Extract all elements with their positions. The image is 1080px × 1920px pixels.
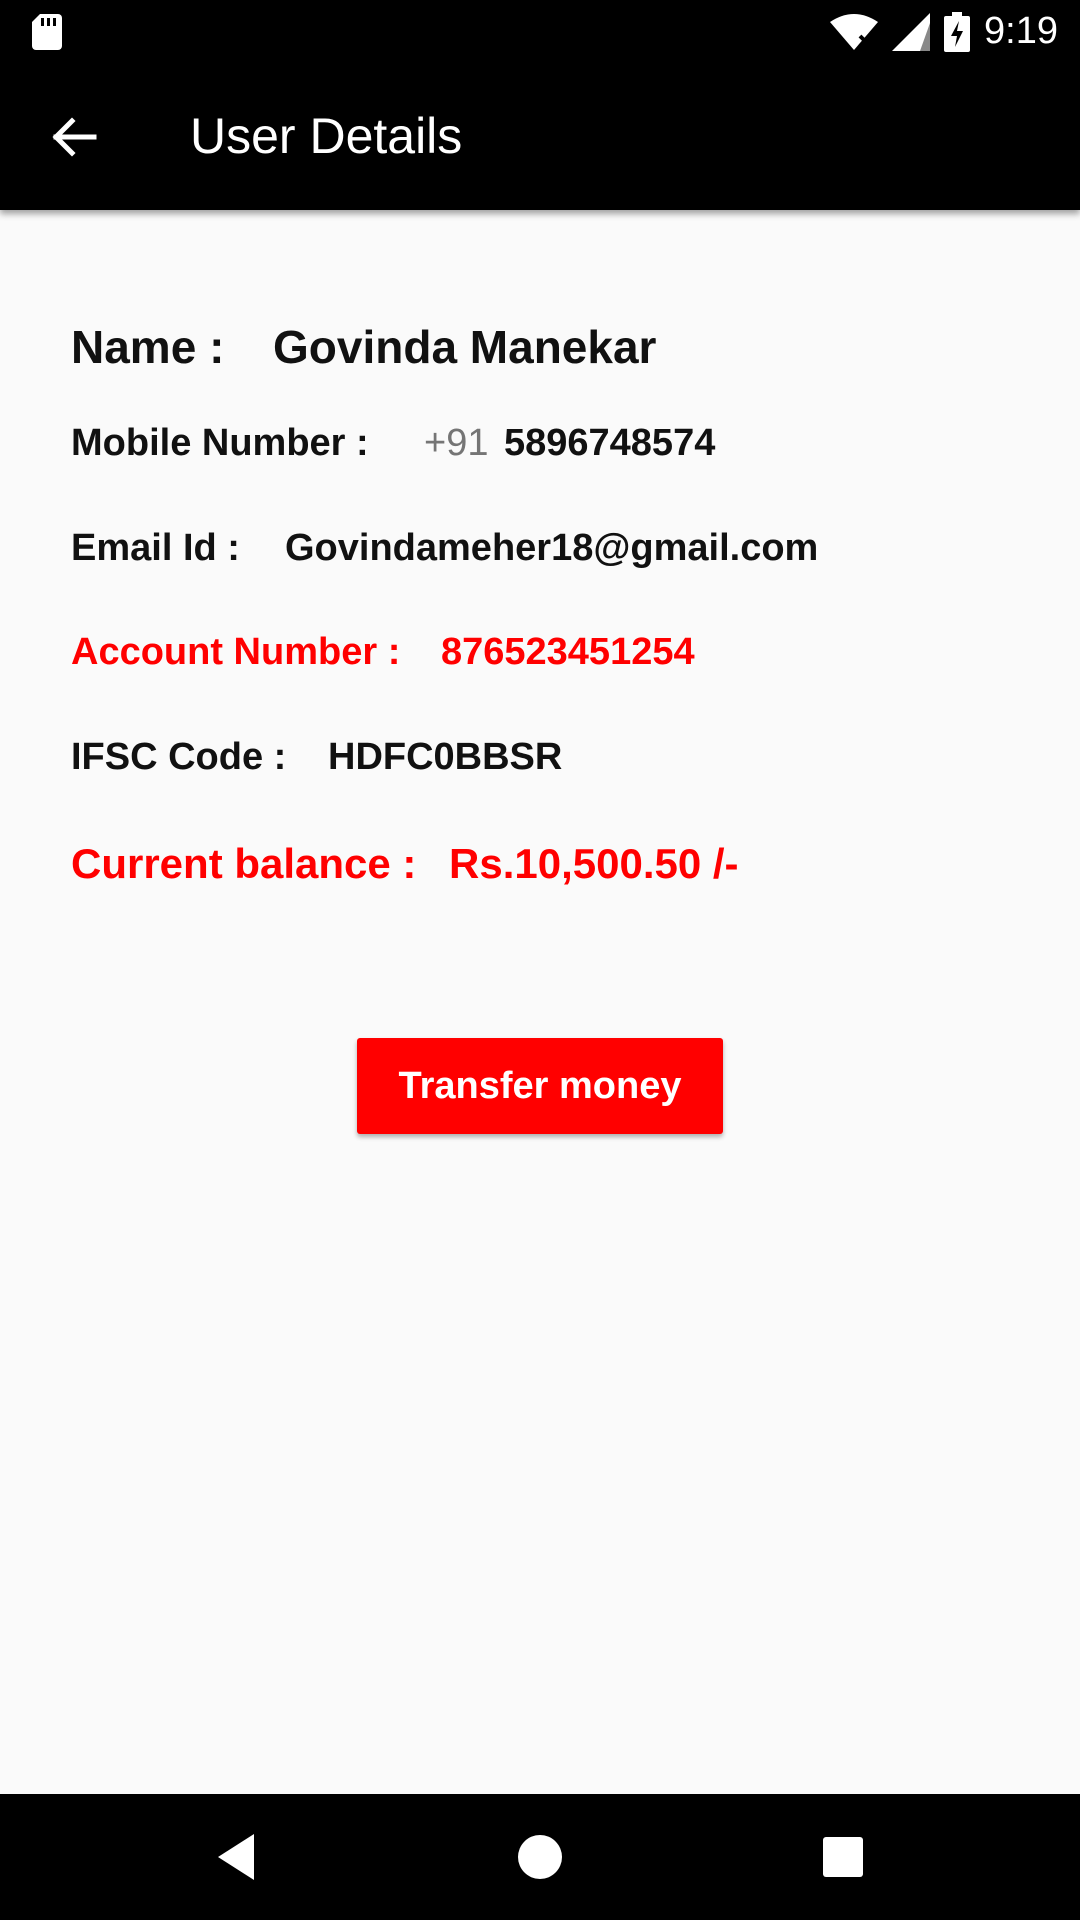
nav-recents-icon[interactable] bbox=[810, 1824, 876, 1890]
email-row: Email Id : Govindameher18@gmail.com bbox=[71, 527, 818, 570]
app-bar: User Details bbox=[0, 63, 1080, 210]
wifi-off-icon bbox=[830, 13, 879, 50]
ifsc-label: IFSC Code : bbox=[71, 736, 287, 778]
email-value: Govindameher18@gmail.com bbox=[285, 527, 819, 569]
account-number-label: Account Number : bbox=[71, 631, 401, 673]
arrow-back-icon[interactable] bbox=[46, 109, 102, 165]
mobile-row: Mobile Number : +91 5896748574 bbox=[71, 422, 715, 465]
balance-label: Current balance : bbox=[71, 840, 417, 887]
name-row: Name : Govinda Manekar bbox=[71, 320, 656, 374]
account-number-value: 876523451254 bbox=[441, 631, 695, 673]
system-nav-bar bbox=[0, 1794, 1080, 1920]
status-bar: 9:19 bbox=[0, 0, 1080, 63]
transfer-money-button[interactable]: Transfer money bbox=[357, 1038, 723, 1134]
nav-home-icon[interactable] bbox=[507, 1824, 573, 1890]
email-label: Email Id : bbox=[71, 527, 240, 569]
mobile-country-code: +91 bbox=[424, 422, 489, 464]
nav-back-icon[interactable] bbox=[204, 1824, 270, 1890]
name-value: Govinda Manekar bbox=[273, 321, 657, 373]
ifsc-value: HDFC0BBSR bbox=[328, 736, 563, 778]
page-title: User Details bbox=[190, 108, 463, 164]
balance-value: Rs.10,500.50 /- bbox=[449, 840, 739, 887]
sd-card-icon bbox=[32, 14, 62, 50]
balance-row: Current balance : Rs.10,500.50 /- bbox=[71, 840, 739, 888]
mobile-label: Mobile Number : bbox=[71, 422, 369, 464]
signal-icon bbox=[892, 12, 931, 51]
ifsc-row: IFSC Code : HDFC0BBSR bbox=[71, 736, 562, 779]
battery-charging-icon bbox=[944, 11, 971, 52]
name-label: Name : bbox=[71, 321, 225, 373]
account-number-row: Account Number : 876523451254 bbox=[71, 631, 695, 674]
status-time: 9:19 bbox=[984, 10, 1058, 52]
status-icons: 9:19 bbox=[830, 0, 1058, 63]
mobile-value: 5896748574 bbox=[504, 422, 716, 464]
